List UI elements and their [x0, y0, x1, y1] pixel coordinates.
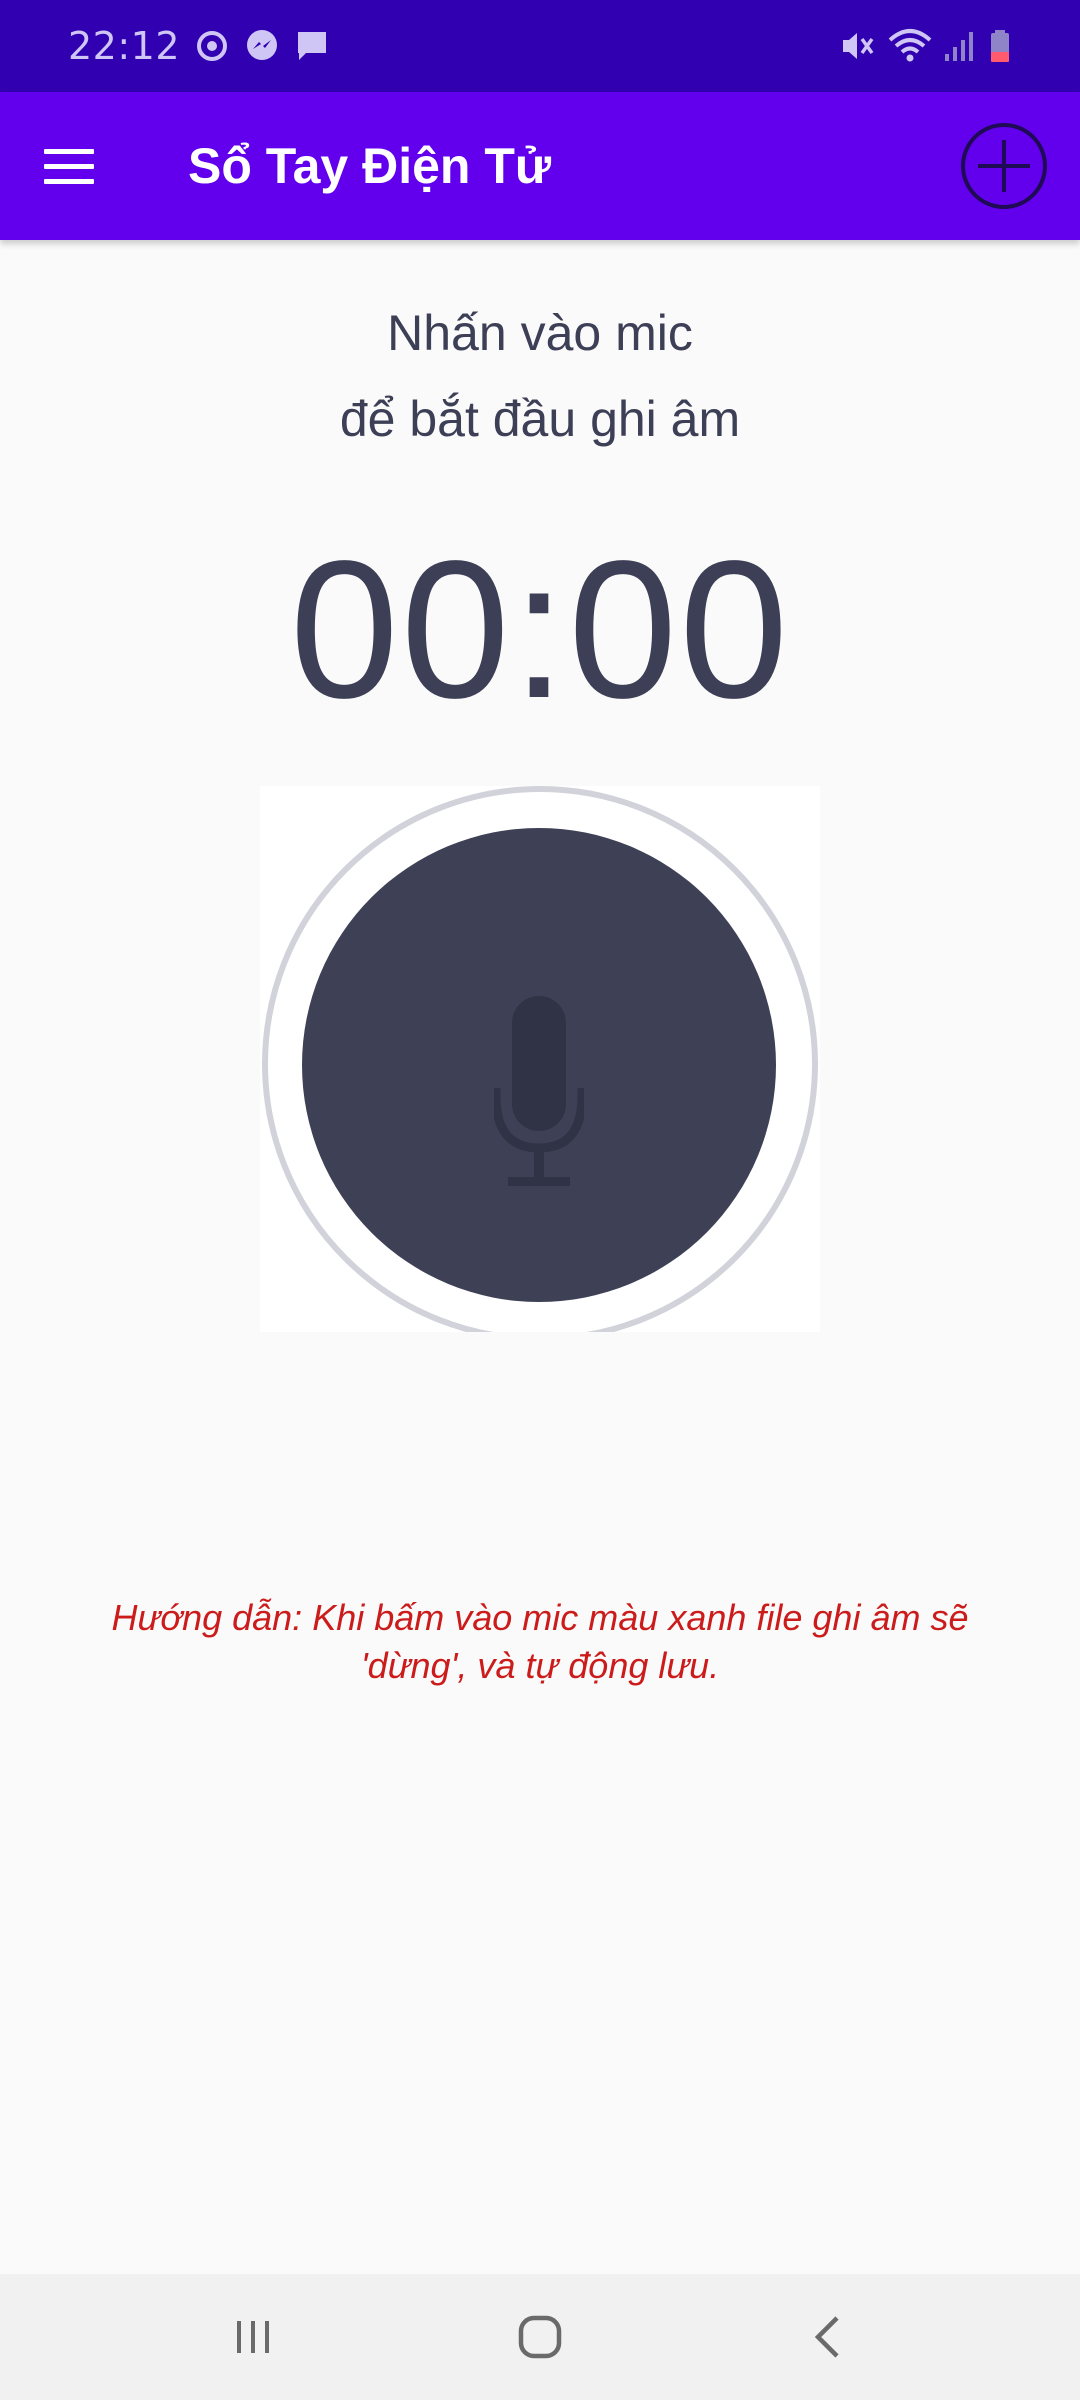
chat-icon	[294, 28, 330, 64]
status-right	[840, 28, 1012, 64]
prompt-line-2: để bắt đầu ghi âm	[339, 391, 741, 447]
home-icon[interactable]	[480, 2287, 600, 2387]
plus-circle-icon[interactable]	[958, 120, 1050, 212]
record-prompt: Nhấn vào mic để bắt đầu ghi âm	[0, 290, 1080, 462]
recent-apps-icon[interactable]	[193, 2287, 313, 2387]
instructions-line-2: 'dừng', và tự động lưu.	[360, 1645, 720, 1686]
sync-icon	[194, 28, 230, 64]
status-time: 22:12	[68, 24, 181, 68]
instructions-line-1: Hướng dẫn: Khi bấm vào mic màu xanh file…	[111, 1597, 969, 1638]
status-left: 22:12	[68, 24, 330, 68]
wifi-icon	[888, 28, 932, 64]
signal-icon	[942, 28, 978, 64]
mute-icon	[840, 28, 878, 64]
microphone-icon	[491, 996, 587, 1201]
battery-icon	[988, 28, 1012, 64]
status-bar: 22:12	[0, 0, 1080, 92]
recording-timer: 00:00	[289, 520, 791, 739]
messenger-icon	[244, 28, 280, 64]
app-bar: Sổ Tay Điện Tử	[0, 92, 1080, 240]
back-icon[interactable]	[767, 2287, 887, 2387]
mic-button[interactable]	[302, 828, 776, 1302]
mic-area	[260, 786, 820, 1332]
prompt-line-1: Nhấn vào mic	[387, 305, 693, 361]
instructions-text: Hướng dẫn: Khi bấm vào mic màu xanh file…	[60, 1594, 1020, 1690]
hamburger-menu-icon[interactable]	[44, 138, 100, 194]
system-nav-bar	[0, 2274, 1080, 2400]
app-title: Sổ Tay Điện Tử	[188, 138, 552, 194]
